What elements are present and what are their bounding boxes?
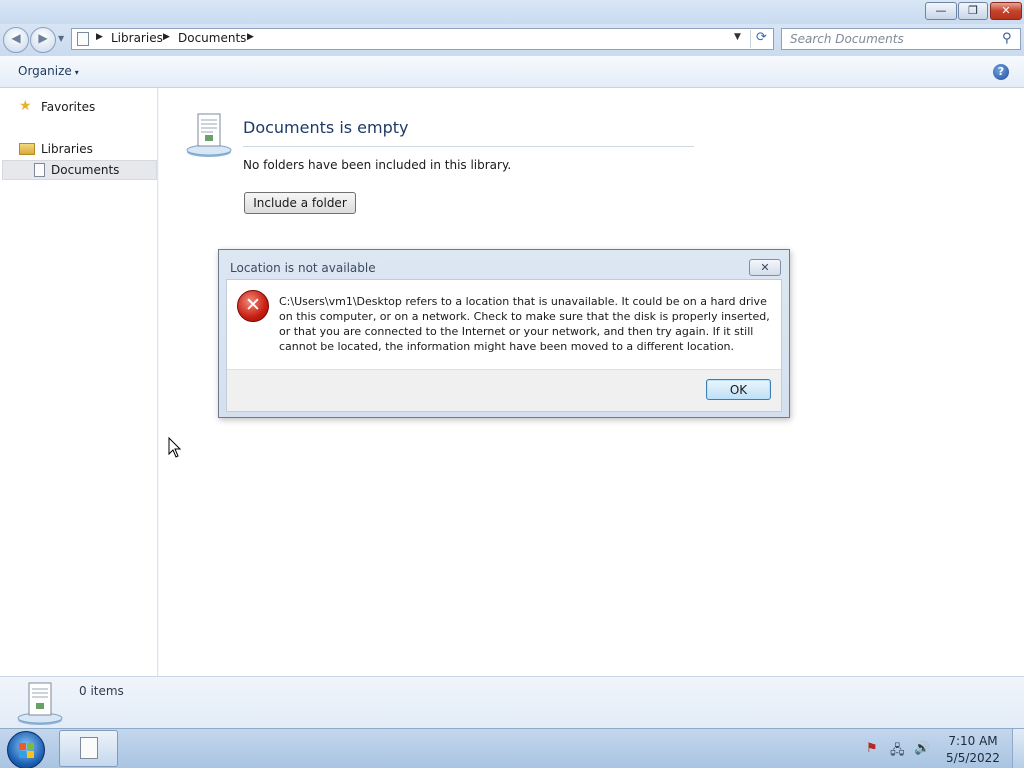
search-input[interactable] — [782, 29, 992, 49]
chevron-down-icon: ▾ — [74, 68, 79, 77]
close-icon: ✕ — [760, 261, 770, 274]
ok-button[interactable]: OK — [706, 379, 771, 400]
dialog-message: C:\Users\vm1\Desktop refers to a locatio… — [279, 295, 770, 353]
nav-item-label: Libraries — [41, 142, 93, 156]
taskbar-explorer-button[interactable] — [59, 730, 118, 767]
arrow-right-icon: ▶ — [38, 31, 48, 45]
details-pane: 0 items — [0, 676, 1024, 728]
breadcrumb-libraries[interactable]: Libraries — [111, 31, 163, 45]
mouse-pointer-icon — [168, 437, 182, 458]
star-icon: ★ — [19, 98, 32, 114]
clock-time[interactable]: 7:10 AM — [942, 734, 1004, 748]
maximize-icon: ❐ — [968, 4, 978, 17]
document-icon — [80, 737, 98, 759]
command-bar: Organize ▾ ? — [0, 56, 1024, 88]
close-window-button[interactable]: ✕ — [990, 2, 1022, 20]
breadcrumb-documents[interactable]: Documents — [178, 31, 246, 45]
page-title: Documents is empty — [243, 118, 409, 137]
clock-date[interactable]: 5/5/2022 — [942, 751, 1004, 765]
organize-label: Organize — [18, 64, 72, 78]
help-icon[interactable]: ? — [993, 64, 1009, 80]
dialog-body: ✕ C:\Users\vm1\Desktop refers to a locat… — [226, 279, 782, 412]
breadcrumb-separator-icon[interactable]: ▶ — [96, 32, 103, 42]
minimize-button[interactable]: — — [925, 2, 957, 20]
document-icon — [77, 32, 89, 46]
back-button[interactable]: ◀ — [3, 27, 29, 53]
documents-library-icon — [17, 682, 63, 725]
breadcrumb-separator-icon[interactable]: ▶ — [163, 32, 170, 42]
start-button[interactable] — [7, 731, 45, 768]
close-icon: ✕ — [1001, 4, 1011, 17]
maximize-button[interactable]: ❐ — [958, 2, 988, 20]
show-desktop-button[interactable] — [1012, 729, 1024, 768]
document-icon — [34, 163, 45, 177]
windows-logo-icon — [27, 751, 34, 758]
dialog-footer: OK — [227, 369, 781, 411]
volume-icon[interactable]: 🔊 — [914, 741, 930, 756]
breadcrumb-separator-icon[interactable]: ▶ — [247, 32, 254, 42]
libraries-folder-icon — [19, 143, 35, 155]
nav-item-documents[interactable]: Documents — [2, 160, 157, 180]
error-cross-glyph: ✕ — [245, 294, 261, 316]
items-count: 0 items — [79, 684, 124, 698]
windows-logo-icon — [19, 751, 26, 758]
action-center-flag-icon[interactable]: ⚑ — [866, 741, 878, 756]
error-dialog[interactable]: Location is not available ✕ ✕ C:\Users\v… — [218, 249, 790, 418]
organize-menu-button[interactable]: Organize ▾ — [18, 64, 79, 78]
window-title-bar[interactable]: — ❐ ✕ — [0, 0, 1024, 24]
nav-item-libraries[interactable]: Libraries — [0, 139, 157, 159]
empty-library-message: No folders have been included in this li… — [243, 158, 512, 172]
nav-item-favorites[interactable]: ★ Favorites — [0, 97, 157, 117]
documents-library-icon — [186, 113, 232, 157]
arrow-left-icon: ◀ — [11, 31, 21, 45]
navigation-pane: ★ Favorites Libraries Documents — [0, 88, 158, 676]
recent-pages-dropdown[interactable]: ▼ — [58, 34, 64, 43]
search-icon[interactable]: ⚲ — [1002, 31, 1012, 46]
refresh-icon[interactable]: ⟳ — [756, 30, 767, 45]
windows-logo-icon — [27, 743, 34, 750]
include-folder-button[interactable]: Include a folder — [244, 192, 356, 214]
minimize-icon: — — [935, 4, 947, 17]
taskbar: ⚑ 🖧 🔊 7:10 AM 5/5/2022 — [0, 728, 1024, 768]
address-bar[interactable]: ▶ Libraries ▶ Documents ▶ ▼ ⟳ — [71, 28, 774, 50]
nav-item-label: Documents — [51, 163, 120, 177]
address-dropdown-icon[interactable]: ▼ — [734, 32, 741, 42]
nav-item-label: Favorites — [41, 100, 96, 114]
error-icon: ✕ — [237, 290, 269, 322]
dialog-close-button[interactable]: ✕ — [749, 259, 781, 276]
windows-logo-icon — [19, 743, 26, 750]
title-divider — [243, 146, 694, 147]
dialog-title: Location is not available — [230, 261, 376, 275]
address-divider — [750, 30, 751, 48]
network-icon[interactable]: 🖧 — [890, 741, 905, 763]
search-box[interactable]: ⚲ — [781, 28, 1021, 50]
forward-button[interactable]: ▶ — [30, 27, 56, 53]
